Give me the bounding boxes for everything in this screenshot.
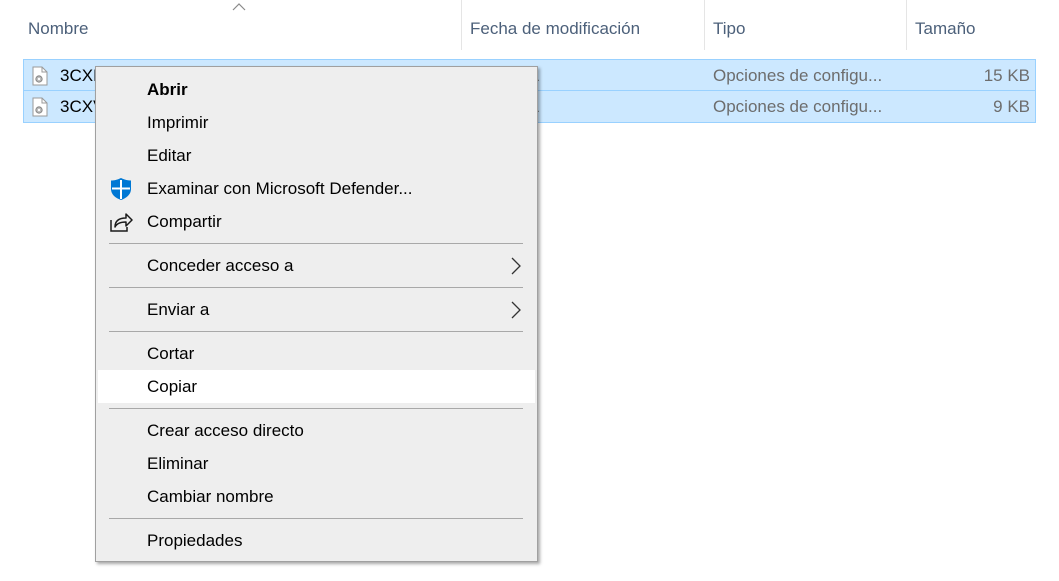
menu-item-label: Crear acceso directo [147, 421, 304, 440]
settings-file-icon [32, 97, 48, 117]
column-header-size[interactable]: Tamaño [906, 0, 1041, 50]
menu-item-delete[interactable]: Eliminar [98, 447, 535, 480]
menu-item-label: Compartir [147, 212, 222, 231]
menu-separator [109, 287, 523, 288]
settings-file-icon [32, 66, 48, 86]
menu-item-label: Editar [147, 146, 192, 165]
menu-item-label: Imprimir [147, 113, 209, 132]
defender-shield-icon [111, 178, 131, 200]
menu-item-print[interactable]: Imprimir [98, 106, 535, 139]
file-type: Opciones de configu... [713, 97, 883, 116]
context-menu: Abrir Imprimir Editar Examinar con Micro… [95, 66, 538, 562]
column-header-name[interactable]: Nombre [20, 0, 460, 50]
menu-item-send-to[interactable]: Enviar a [98, 293, 535, 326]
menu-item-edit[interactable]: Editar [98, 139, 535, 172]
menu-item-label: Eliminar [147, 454, 209, 473]
menu-separator [109, 518, 523, 519]
menu-separator [109, 331, 523, 332]
menu-item-share[interactable]: Compartir [98, 205, 535, 238]
menu-item-label: Propiedades [147, 531, 243, 550]
menu-item-label: Cambiar nombre [147, 487, 274, 506]
menu-item-label: Conceder acceso a [147, 256, 294, 275]
menu-item-label: Examinar con Microsoft Defender... [147, 179, 413, 198]
menu-item-create-shortcut[interactable]: Crear acceso directo [98, 414, 535, 447]
file-type: Opciones de configu... [713, 66, 883, 85]
file-size: 9 KB [993, 97, 1030, 116]
column-header-bar: Nombre Fecha de modificación Tipo Tamaño [0, 0, 1059, 50]
share-icon [110, 213, 133, 232]
menu-separator [109, 243, 523, 244]
file-size: 15 KB [983, 66, 1030, 85]
menu-item-label: Abrir [147, 80, 188, 99]
menu-item-label: Copiar [147, 377, 198, 396]
menu-item-open[interactable]: Abrir [98, 73, 535, 106]
column-header-date[interactable]: Fecha de modificación [461, 0, 704, 50]
menu-item-label: Cortar [147, 344, 195, 363]
menu-item-copy[interactable]: Copiar [98, 370, 535, 403]
file-explorer-window: Nombre Fecha de modificación Tipo Tamaño… [0, 0, 1059, 581]
menu-item-properties[interactable]: Propiedades [98, 524, 535, 557]
column-header-type[interactable]: Tipo [704, 0, 906, 50]
menu-item-rename[interactable]: Cambiar nombre [98, 480, 535, 513]
menu-item-give-access[interactable]: Conceder acceso a [98, 249, 535, 282]
submenu-chevron-right-icon [511, 257, 521, 275]
submenu-chevron-right-icon [511, 301, 521, 319]
menu-item-cut[interactable]: Cortar [98, 337, 535, 370]
menu-item-label: Enviar a [147, 300, 210, 319]
menu-item-scan-defender[interactable]: Examinar con Microsoft Defender... [98, 172, 535, 205]
menu-separator [109, 408, 523, 409]
